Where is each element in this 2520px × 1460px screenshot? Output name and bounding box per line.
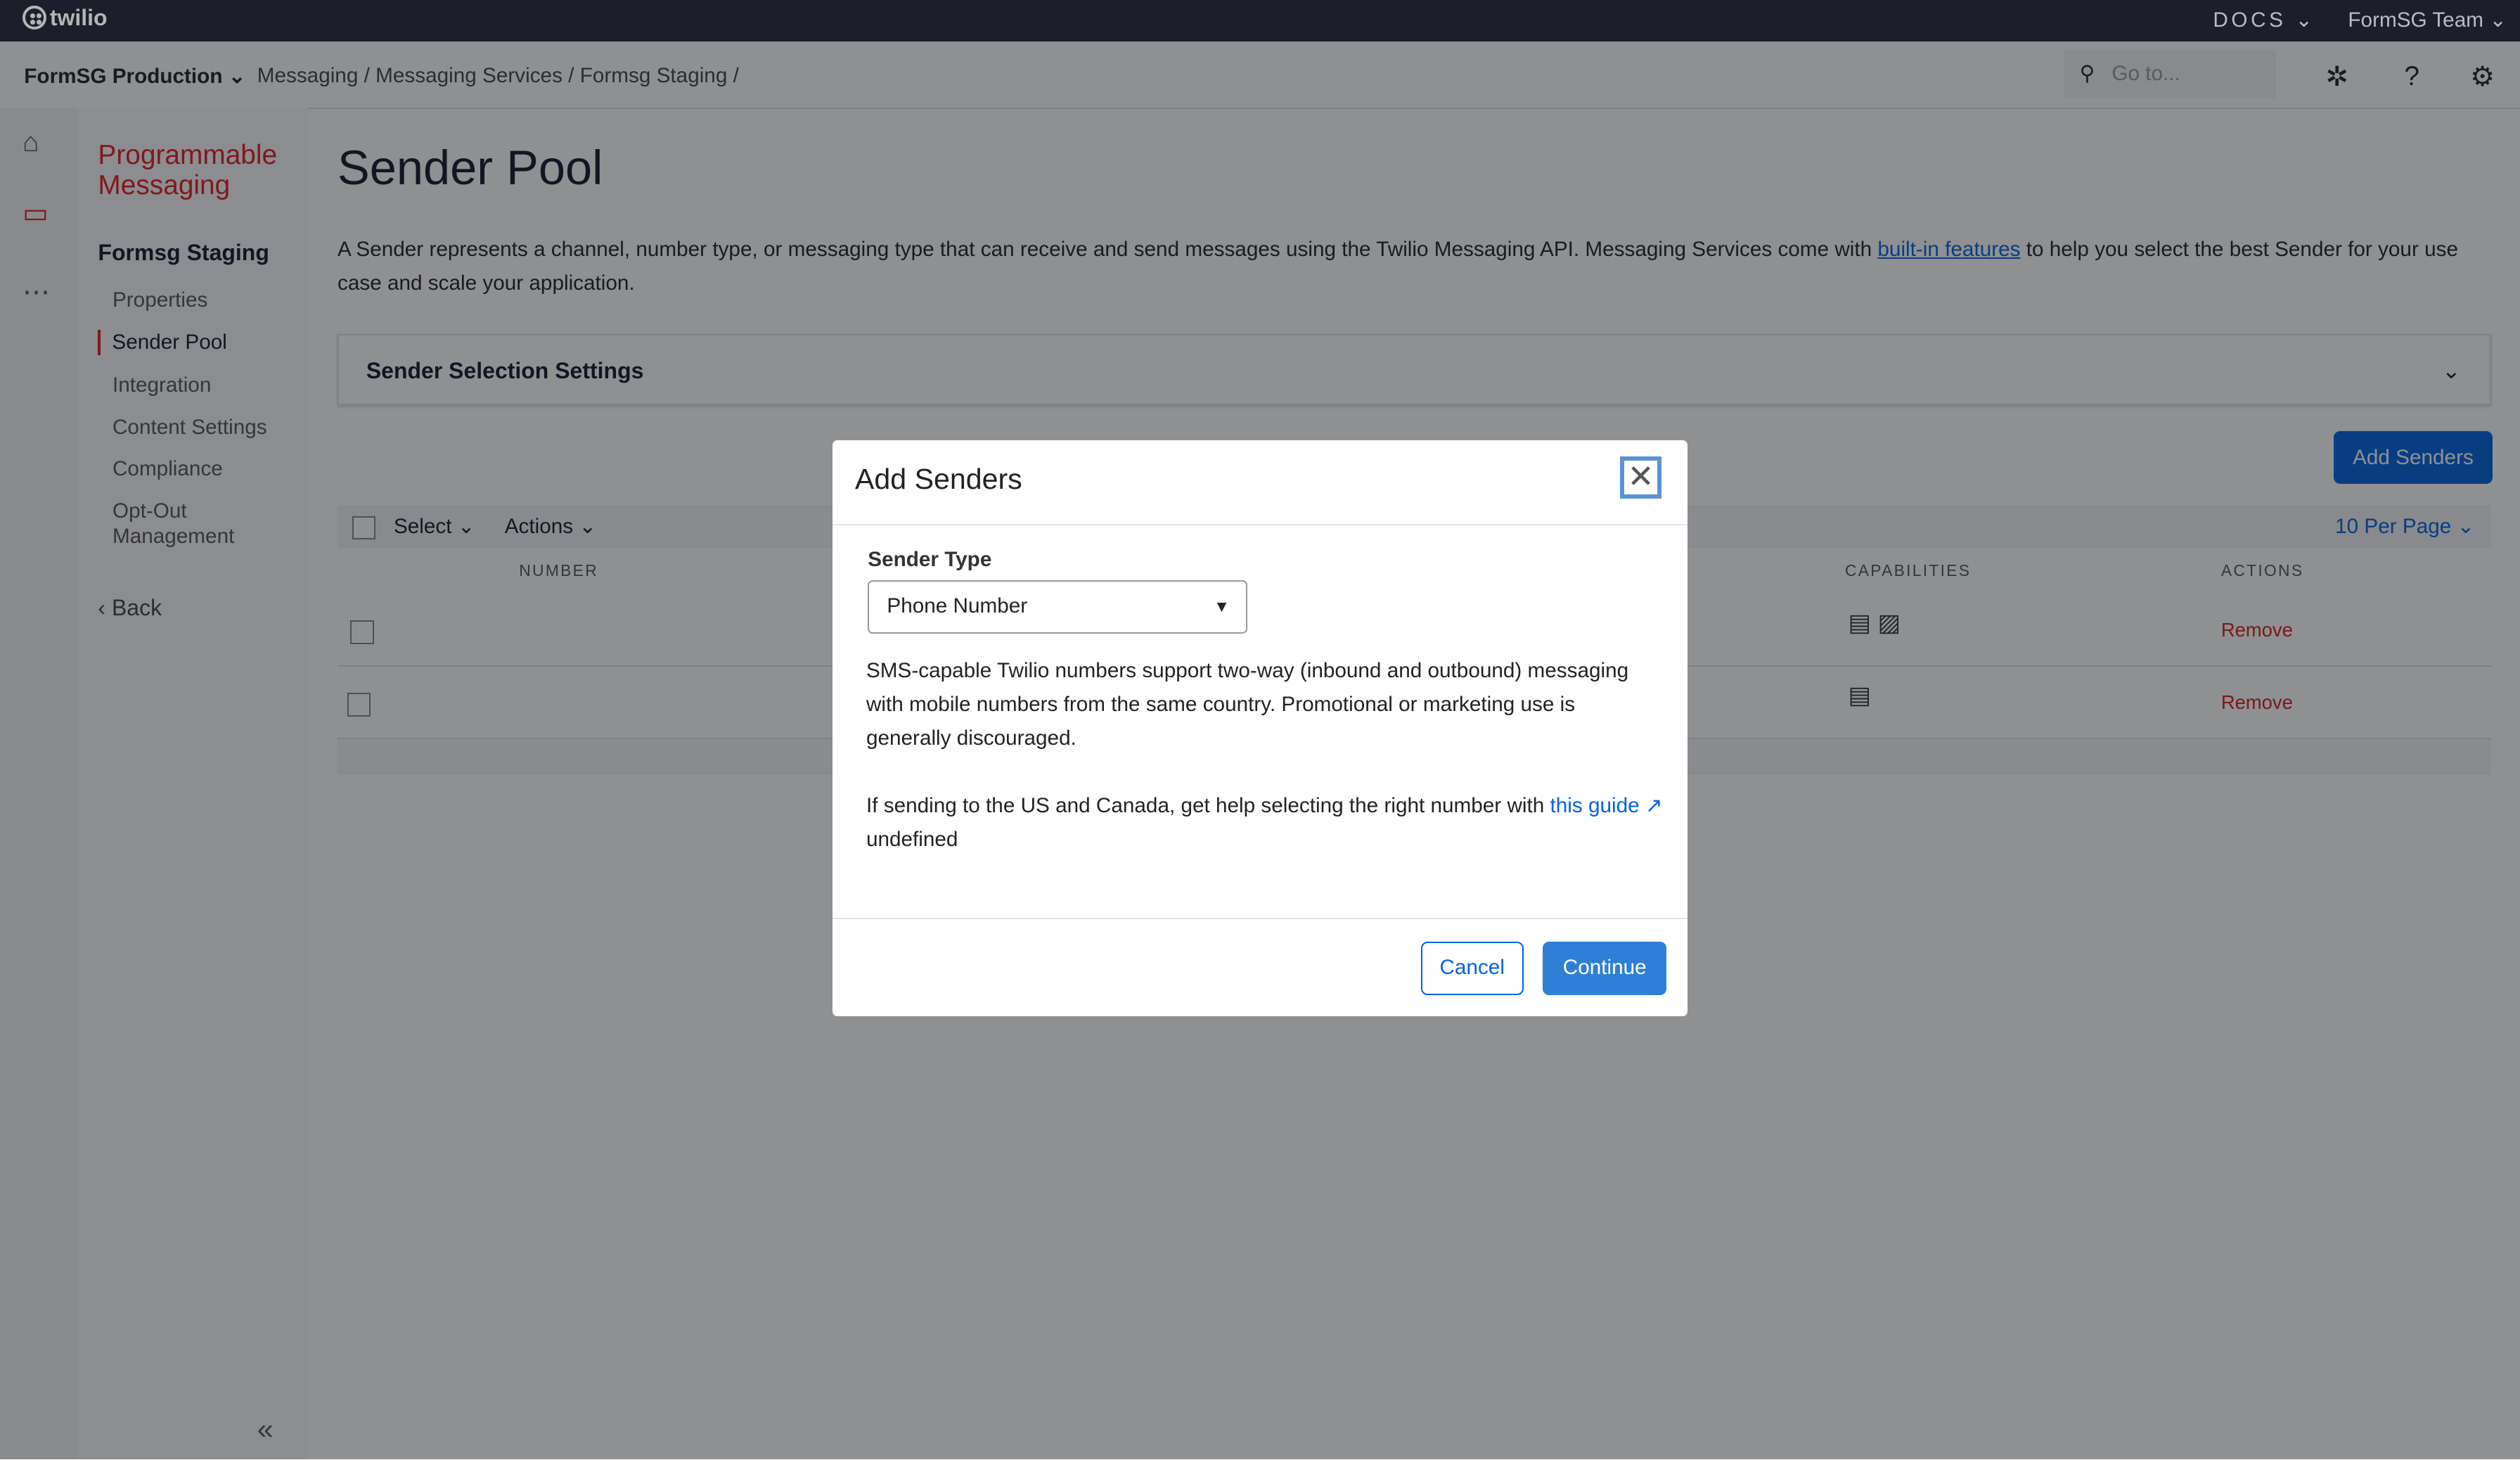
- chevron-down-icon: ⌄: [2295, 8, 2316, 32]
- logo-text: twilio: [49, 4, 108, 30]
- docs-menu[interactable]: DOCS ⌄: [2213, 8, 2315, 32]
- continue-button[interactable]: Continue: [1543, 942, 1667, 995]
- chevron-down-icon: ▼: [1214, 597, 1230, 616]
- this-guide-link[interactable]: this guide ↗: [1550, 794, 1663, 817]
- guide-text-post: undefined: [866, 828, 958, 852]
- twilio-logo[interactable]: twilio: [22, 5, 108, 31]
- dialog-footer-divider: [832, 918, 1688, 919]
- team-label: FormSG Team: [2348, 8, 2483, 32]
- sender-type-label: Sender Type: [868, 548, 992, 572]
- close-icon[interactable]: ✕: [1619, 456, 1662, 499]
- sender-type-select[interactable]: Phone Number ▼: [868, 580, 1247, 634]
- sender-type-value: Phone Number: [887, 594, 1028, 618]
- top-bar: twilio DOCS ⌄ FormSG Team ⌄: [0, 0, 2520, 42]
- guide-text-pre: If sending to the US and Canada, get hel…: [866, 794, 1550, 818]
- cancel-button[interactable]: Cancel: [1420, 942, 1524, 995]
- guide-text: If sending to the US and Canada, get hel…: [866, 789, 1670, 857]
- sender-type-description: SMS-capable Twilio numbers support two-w…: [866, 659, 1629, 750]
- twilio-logo-icon: [22, 6, 47, 30]
- chevron-down-icon: ⌄: [2489, 8, 2507, 32]
- docs-label: DOCS: [2213, 8, 2287, 32]
- add-senders-dialog: Add Senders ✕ Sender Type Phone Number ▼ …: [832, 440, 1688, 1016]
- dialog-header: Add Senders ✕: [832, 440, 1688, 526]
- account-menu[interactable]: FormSG Team ⌄: [2348, 8, 2507, 32]
- dialog-title: Add Senders: [854, 463, 1022, 496]
